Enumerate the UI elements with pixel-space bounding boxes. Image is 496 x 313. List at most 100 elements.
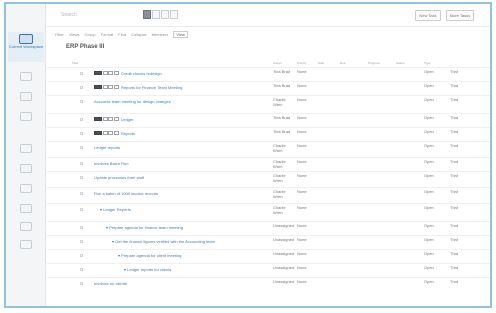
table-row[interactable]: Run a batch of 1000 invoice records Charl… — [47, 187, 490, 203]
owner-cell[interactable]: Charlie Wren — [273, 189, 293, 199]
status-cell[interactable]: Open — [424, 83, 444, 88]
table-row[interactable]: ▾ Get the finance figures verified with … — [47, 235, 490, 249]
type-cell[interactable]: Thrd — [450, 97, 470, 102]
table-row[interactable]: Ledger Tina Brad None Open Thrd — [47, 113, 490, 127]
task-name[interactable]: Invoices for clients — [94, 281, 127, 286]
status-cell[interactable]: Open — [424, 115, 444, 120]
task-name[interactable]: Accounts team meeting for design changes — [94, 99, 171, 104]
status-cell[interactable]: Open — [424, 223, 444, 228]
owner-cell[interactable]: Charlie Wren — [273, 143, 293, 153]
type-cell[interactable]: Thrd — [450, 251, 470, 256]
view-badge[interactable]: View — [173, 30, 188, 38]
owner-cell[interactable]: Charlie Wren — [273, 159, 293, 169]
row-checkbox[interactable] — [80, 132, 83, 135]
new-task-button[interactable]: New Task — [415, 10, 441, 21]
priority-cell[interactable]: None — [297, 83, 317, 88]
filter-bar-item[interactable]: Views — [69, 32, 80, 37]
priority-cell[interactable]: None — [297, 115, 317, 120]
priority-cell[interactable]: None — [297, 251, 317, 256]
table-row[interactable]: ▾ Ledger reports for clients Unassigned No… — [47, 263, 490, 277]
task-name[interactable]: Ledger reports — [94, 145, 120, 150]
status-cell[interactable]: Open — [424, 205, 444, 210]
filter-bar-item[interactable]: Collapse — [131, 32, 147, 37]
task-name[interactable]: ▾ Ledger reports for clients — [124, 267, 171, 272]
type-cell[interactable]: Thrd — [450, 83, 470, 88]
calendar-view-button[interactable] — [170, 10, 178, 19]
column-header[interactable]: Due — [340, 61, 346, 65]
sidebar-item-5[interactable] — [12, 162, 40, 184]
status-cell[interactable]: Open — [424, 143, 444, 148]
table-row[interactable]: Invoices for clients Unassigned None Open Th… — [47, 277, 490, 291]
type-cell[interactable]: Thrd — [450, 115, 470, 120]
owner-cell[interactable]: Charlie Wren — [273, 173, 293, 183]
priority-cell[interactable]: None — [297, 205, 317, 210]
owner-cell[interactable]: Unassigned — [273, 251, 294, 256]
sidebar-item-4[interactable] — [12, 142, 40, 164]
status-cell[interactable]: Open — [424, 159, 444, 164]
priority-cell[interactable]: None — [297, 69, 317, 74]
owner-cell[interactable]: Tina Brad — [273, 129, 293, 134]
board-view-button[interactable] — [152, 10, 160, 19]
filter-bar-item[interactable]: Filter — [55, 32, 64, 37]
sidebar-item-3[interactable] — [12, 110, 40, 132]
priority-cell[interactable]: None — [297, 173, 317, 178]
owner-cell[interactable]: Unassigned — [273, 279, 294, 284]
row-checkbox[interactable] — [80, 226, 83, 229]
owner-cell[interactable]: Tina Brad — [273, 69, 293, 74]
status-cell[interactable]: Open — [424, 237, 444, 242]
table-row[interactable]: ▾ Prepare agenda for client meeting Unass… — [47, 249, 490, 263]
table-row[interactable]: Reports Tina Brad None Open Thrd — [47, 127, 490, 141]
row-checkbox[interactable] — [80, 254, 83, 257]
table-row[interactable]: Reports for Finance Team Meeting Tina Bra… — [47, 81, 490, 95]
owner-cell[interactable]: Charlie Wren — [273, 205, 293, 215]
type-cell[interactable]: Thrd — [450, 237, 470, 242]
more-tasks-button[interactable]: More Tasks — [446, 10, 474, 21]
status-cell[interactable]: Open — [424, 97, 444, 102]
table-row[interactable]: Credit checks redesign Tina Brad None Open T… — [47, 67, 490, 81]
filter-bar-item[interactable]: Find — [118, 32, 126, 37]
column-header[interactable]: Priority — [297, 61, 306, 65]
priority-cell[interactable]: None — [297, 279, 317, 284]
task-name[interactable]: Reports — [94, 131, 135, 136]
priority-cell[interactable]: None — [297, 223, 317, 228]
type-cell[interactable]: Thrd — [450, 129, 470, 134]
table-row[interactable]: Invoices Batch Run Charlie Wren None Open Th… — [47, 157, 490, 171]
type-cell[interactable]: Thrd — [450, 279, 470, 284]
status-cell[interactable]: Open — [424, 251, 444, 256]
column-header[interactable]: Progress — [368, 61, 380, 65]
table-row[interactable]: Accounts team meeting for design changes… — [47, 95, 490, 113]
type-cell[interactable]: Thrd — [450, 69, 470, 74]
column-header[interactable]: Task — [72, 61, 78, 65]
row-checkbox[interactable] — [80, 208, 83, 211]
task-name[interactable]: ▾ Prepare agenda for finance team meetin… — [106, 225, 183, 230]
row-checkbox[interactable] — [80, 240, 83, 243]
owner-cell[interactable]: Charlie Wren — [273, 97, 293, 107]
owner-cell[interactable]: Unassigned — [273, 223, 294, 228]
task-name[interactable]: Update processes from staff — [94, 175, 144, 180]
task-name[interactable]: Ledger — [94, 117, 133, 122]
sidebar-item-6[interactable] — [12, 182, 40, 204]
row-checkbox[interactable] — [80, 268, 83, 271]
row-checkbox[interactable] — [80, 192, 83, 195]
sidebar-item-2[interactable] — [12, 90, 40, 112]
status-cell[interactable]: Open — [424, 173, 444, 178]
task-name[interactable]: Run a batch of 1000 invoice records — [94, 191, 158, 196]
owner-cell[interactable]: Tina Brad — [273, 115, 293, 120]
owner-cell[interactable]: Unassigned — [273, 237, 294, 242]
type-cell[interactable]: Thrd — [450, 205, 470, 210]
priority-cell[interactable]: None — [297, 159, 317, 164]
filter-bar-item[interactable]: Group — [85, 32, 96, 37]
priority-cell[interactable]: None — [297, 237, 317, 242]
filter-bar-item[interactable]: Members — [152, 32, 169, 37]
list-view-button[interactable] — [143, 10, 151, 19]
table-row[interactable]: Update processes from staff Charlie Wren N… — [47, 171, 490, 187]
column-header[interactable]: Status — [396, 61, 405, 65]
column-header[interactable]: Owner — [273, 61, 282, 65]
row-checkbox[interactable] — [80, 86, 83, 89]
task-name[interactable]: ▾ Prepare agenda for client meeting — [118, 253, 181, 258]
priority-cell[interactable]: None — [297, 265, 317, 270]
sidebar-item-0[interactable]: Current Workspace — [8, 32, 44, 62]
sidebar-item-1[interactable] — [12, 70, 40, 92]
type-cell[interactable]: Thrd — [450, 159, 470, 164]
row-checkbox[interactable] — [80, 118, 83, 121]
